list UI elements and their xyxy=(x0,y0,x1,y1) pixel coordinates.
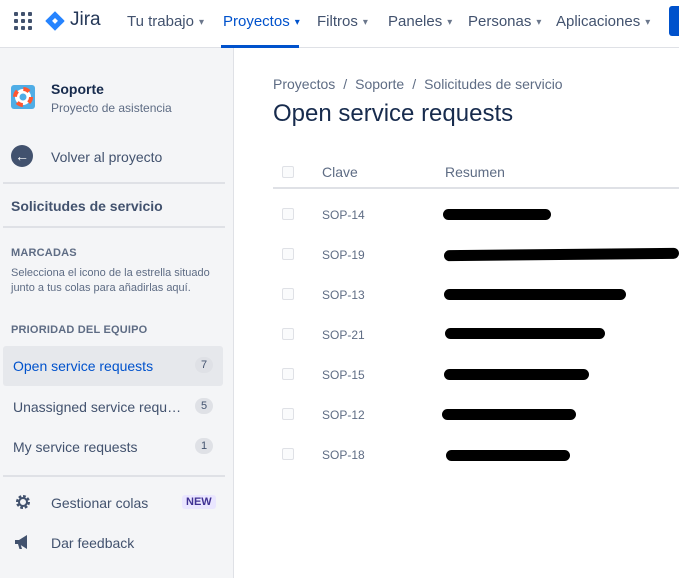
queue-label: My service requests xyxy=(13,439,138,455)
nav-aplicaciones[interactable]: Aplicaciones ▾ xyxy=(556,12,650,34)
queue-count-badge: 1 xyxy=(195,438,213,454)
redaction-mark xyxy=(445,328,605,339)
new-badge: NEW xyxy=(182,495,216,509)
row-checkbox[interactable] xyxy=(282,248,294,260)
select-all-checkbox[interactable] xyxy=(282,166,294,178)
queue-open-service-requests[interactable]: Open service requests 7 xyxy=(3,346,223,386)
issue-key[interactable]: SOP-12 xyxy=(322,408,365,422)
divider xyxy=(3,182,225,184)
breadcrumb-proyectos[interactable]: Proyectos xyxy=(273,76,335,92)
divider xyxy=(3,475,225,477)
project-avatar xyxy=(11,85,35,109)
chevron-down-icon: ▾ xyxy=(447,17,453,28)
redaction-mark xyxy=(444,369,589,380)
breadcrumb-solicitudes[interactable]: Solicitudes de servicio xyxy=(424,76,563,92)
starred-note: Selecciona el icono de la estrella situa… xyxy=(11,267,210,294)
breadcrumb-soporte[interactable]: Soporte xyxy=(355,76,404,92)
jira-logo-icon[interactable] xyxy=(44,10,66,32)
chevron-down-icon: ▾ xyxy=(198,17,205,28)
queue-my-service-requests[interactable]: My service requests 1 xyxy=(3,427,223,467)
page-title: Open service requests xyxy=(273,100,514,127)
row-checkbox[interactable] xyxy=(282,328,294,340)
nav-personas[interactable]: Personas ▾ xyxy=(468,12,541,34)
issue-key[interactable]: SOP-21 xyxy=(322,328,365,342)
issue-key[interactable]: SOP-18 xyxy=(322,448,365,462)
lifebuoy-icon xyxy=(13,87,33,107)
redaction-mark xyxy=(446,450,570,461)
issue-key[interactable]: SOP-14 xyxy=(322,208,365,222)
nav-paneles[interactable]: Paneles ▾ xyxy=(388,12,452,34)
row-checkbox[interactable] xyxy=(282,448,294,460)
jira-logo-text[interactable]: Jira xyxy=(70,9,101,31)
queue-count-badge: 7 xyxy=(195,357,213,373)
queue-unassigned-service-requests[interactable]: Unassigned service requests 5 xyxy=(3,387,223,427)
queue-label: Open service requests xyxy=(13,358,154,374)
chevron-down-icon: ▾ xyxy=(645,17,651,28)
chevron-down-icon: ▾ xyxy=(362,17,368,28)
nav-filtros[interactable]: Filtros ▾ xyxy=(317,12,368,34)
section-title: Solicitudes de servicio xyxy=(11,198,163,214)
row-checkbox[interactable] xyxy=(282,368,294,380)
column-header-clave[interactable]: Clave xyxy=(322,164,358,180)
starred-heading: MARCADAS xyxy=(11,247,77,259)
divider xyxy=(3,226,225,228)
issue-key[interactable]: SOP-13 xyxy=(322,288,365,302)
redaction-mark xyxy=(444,289,626,300)
issue-key[interactable]: SOP-15 xyxy=(322,368,365,382)
nav-tu-trabajo[interactable]: Tu trabajo ▾ xyxy=(127,12,204,34)
row-checkbox[interactable] xyxy=(282,288,294,300)
app-switcher-icon[interactable] xyxy=(14,12,32,30)
redaction-mark xyxy=(443,247,679,262)
issue-key[interactable]: SOP-19 xyxy=(322,248,365,262)
chevron-down-icon: ▾ xyxy=(536,17,542,28)
chevron-down-icon: ▾ xyxy=(294,17,300,28)
project-name[interactable]: Soporte xyxy=(51,81,104,97)
team-priority-heading: PRIORIDAD DEL EQUIPO xyxy=(11,324,148,336)
nav-proyectos[interactable]: Proyectos ▾ xyxy=(223,12,300,34)
gear-icon[interactable] xyxy=(13,492,33,512)
breadcrumb: Proyectos / Soporte / Solicitudes de servici… xyxy=(273,76,563,92)
manage-queues-link[interactable]: Gestionar colas xyxy=(51,495,148,511)
redaction-mark xyxy=(442,409,576,420)
project-type: Proyecto de asistencia xyxy=(51,101,172,115)
table-header-divider xyxy=(273,187,679,189)
megaphone-icon[interactable] xyxy=(13,532,33,552)
queue-count-badge: 5 xyxy=(195,398,213,414)
row-checkbox[interactable] xyxy=(282,208,294,220)
arrow-left-icon[interactable]: ← xyxy=(11,145,33,167)
back-to-project-link[interactable]: Volver al proyecto xyxy=(51,149,162,165)
create-button[interactable] xyxy=(669,6,679,36)
top-navigation: Jira Tu trabajo ▾ Proyectos ▾ Filtros ▾ Pan… xyxy=(0,0,679,48)
give-feedback-link[interactable]: Dar feedback xyxy=(51,535,134,551)
project-sidebar: Soporte Proyecto de asistencia ← Volver … xyxy=(0,48,234,578)
redaction-mark xyxy=(443,209,551,220)
column-header-resumen[interactable]: Resumen xyxy=(445,164,505,180)
row-checkbox[interactable] xyxy=(282,408,294,420)
queue-label: Unassigned service requests xyxy=(13,399,185,415)
